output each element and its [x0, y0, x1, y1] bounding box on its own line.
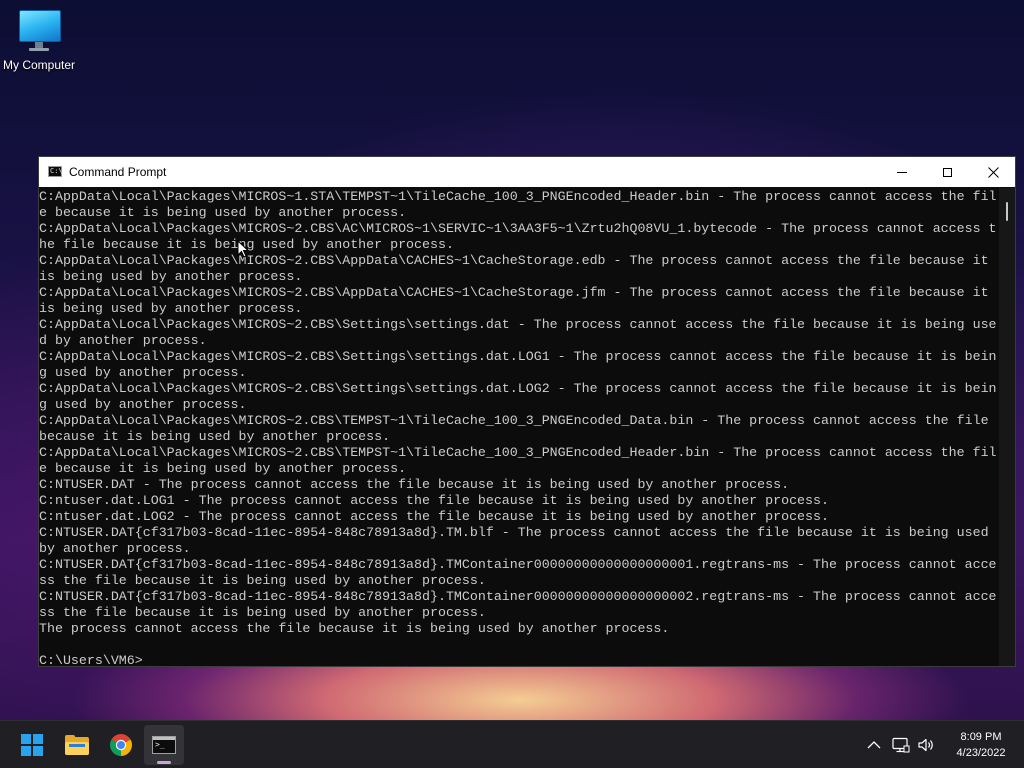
minimize-icon: [897, 171, 907, 173]
desktop: My Computer C:\ Command Prompt C:AppData…: [0, 0, 1024, 768]
console-line: C:AppData\Local\Packages\MICROS~2.CBS\Ap…: [39, 253, 989, 268]
console-text: C:AppData\Local\Packages\MICROS~1.STA\TE…: [39, 189, 999, 667]
active-app-indicator: [157, 761, 171, 764]
maximize-button[interactable]: [924, 157, 970, 187]
console-line: g used by another process.: [39, 397, 247, 412]
taskbar: >_ 8:09 PM 4/23/2022: [0, 720, 1024, 768]
close-button[interactable]: [970, 157, 1016, 187]
console-line: C:AppData\Local\Packages\MICROS~2.CBS\Se…: [39, 349, 997, 364]
windows-logo-icon: [21, 734, 43, 756]
console-line: e because it is being used by another pr…: [39, 461, 407, 476]
volume-icon[interactable]: [916, 735, 936, 755]
chrome-button[interactable]: [101, 725, 141, 765]
console-line: C:NTUSER.DAT{cf317b03-8cad-11ec-8954-848…: [39, 525, 989, 540]
console-line: ss the file because it is being used by …: [39, 573, 486, 588]
console-line: C:NTUSER.DAT - The process cannot access…: [39, 477, 790, 492]
window-title: Command Prompt: [69, 165, 167, 179]
console-line: by another process.: [39, 541, 191, 556]
command-prompt-window[interactable]: C:\ Command Prompt C:AppData\Local\Packa…: [38, 156, 1016, 667]
console-line: he file because it is being used by anot…: [39, 237, 454, 252]
console-line: ss the file because it is being used by …: [39, 605, 486, 620]
cmd-icon: C:\: [48, 166, 63, 177]
console-line: C:AppData\Local\Packages\MICROS~1.STA\TE…: [39, 189, 997, 204]
file-explorer-button[interactable]: [57, 725, 97, 765]
console-line: d by another process.: [39, 333, 207, 348]
console-line: is being used by another process.: [39, 301, 303, 316]
title-bar[interactable]: C:\ Command Prompt: [39, 157, 1015, 187]
console-line: C:AppData\Local\Packages\MICROS~2.CBS\TE…: [39, 445, 997, 460]
start-button[interactable]: [12, 725, 52, 765]
console-line: C:ntuser.dat.LOG1 - The process cannot a…: [39, 493, 829, 508]
mouse-cursor-icon: [237, 240, 249, 258]
taskbar-clock[interactable]: 8:09 PM 4/23/2022: [942, 729, 1020, 761]
console-line: C:AppData\Local\Packages\MICROS~2.CBS\TE…: [39, 413, 989, 428]
chevron-up-icon[interactable]: [864, 735, 884, 755]
desktop-icon-label: My Computer: [2, 58, 76, 72]
console-line: because it is being used by another proc…: [39, 429, 391, 444]
cmd-icon: >_: [152, 736, 176, 754]
close-icon: [987, 166, 999, 178]
minimize-button[interactable]: [879, 157, 925, 187]
scrollbar-thumb[interactable]: [1006, 202, 1008, 221]
maximize-icon: [942, 167, 952, 177]
computer-icon: [17, 8, 61, 54]
console-line: is being used by another process.: [39, 269, 303, 284]
console-line: C:AppData\Local\Packages\MICROS~2.CBS\Se…: [39, 317, 997, 332]
chrome-icon: [110, 734, 132, 756]
my-computer-desktop-icon[interactable]: My Computer: [0, 8, 78, 72]
console-line: e because it is being used by another pr…: [39, 205, 407, 220]
clock-date: 4/23/2022: [956, 747, 1006, 759]
console-line: C:AppData\Local\Packages\MICROS~2.CBS\Se…: [39, 381, 997, 396]
console-output[interactable]: C:AppData\Local\Packages\MICROS~1.STA\TE…: [39, 188, 999, 667]
console-line: C:AppData\Local\Packages\MICROS~2.CBS\Ap…: [39, 285, 989, 300]
console-line: C:ntuser.dat.LOG2 - The process cannot a…: [39, 509, 829, 524]
vertical-scrollbar[interactable]: [999, 188, 1015, 666]
network-icon[interactable]: [891, 735, 911, 755]
console-line: C:AppData\Local\Packages\MICROS~2.CBS\AC…: [39, 221, 997, 236]
console-line: C:NTUSER.DAT{cf317b03-8cad-11ec-8954-848…: [39, 557, 997, 572]
console-line: C:NTUSER.DAT{cf317b03-8cad-11ec-8954-848…: [39, 589, 997, 604]
console-line: C:\Users\VM6>: [39, 653, 143, 667]
folder-icon: [65, 735, 89, 755]
command-prompt-taskbar-button[interactable]: >_: [144, 725, 184, 765]
clock-time: 8:09 PM: [960, 731, 1002, 743]
console-line: The process cannot access the file becau…: [39, 621, 670, 636]
console-line: g used by another process.: [39, 365, 247, 380]
